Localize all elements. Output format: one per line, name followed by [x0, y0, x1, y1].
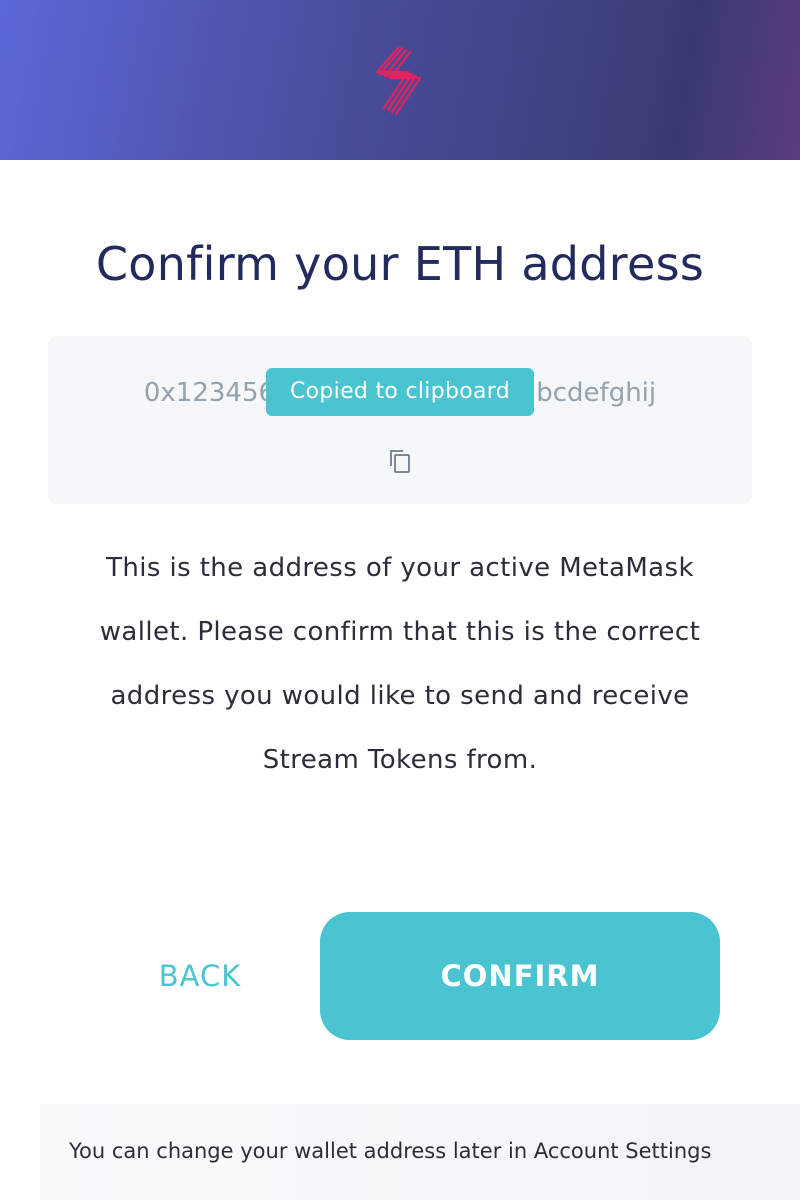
header-banner — [0, 0, 800, 160]
address-card: 0x1234567890 90abcdefghij Copied to clipb… — [48, 336, 752, 504]
confirm-button[interactable]: CONFIRM — [320, 912, 720, 1040]
stream-bolt-logo-icon — [375, 46, 422, 116]
confirm-eth-address-page: Confirm your ETH address 0x1234567890 90a… — [0, 0, 800, 1200]
footer-note: You can change your wallet address later… — [69, 1139, 712, 1163]
footer-note-bar: You can change your wallet address later… — [40, 1104, 800, 1200]
copied-tooltip: Copied to clipboard — [266, 368, 534, 416]
back-button[interactable]: BACK — [100, 912, 300, 1040]
page-title: Confirm your ETH address — [95, 237, 705, 291]
address-description: This is the address of your active MetaM… — [99, 553, 701, 775]
copy-icon[interactable] — [388, 448, 412, 474]
